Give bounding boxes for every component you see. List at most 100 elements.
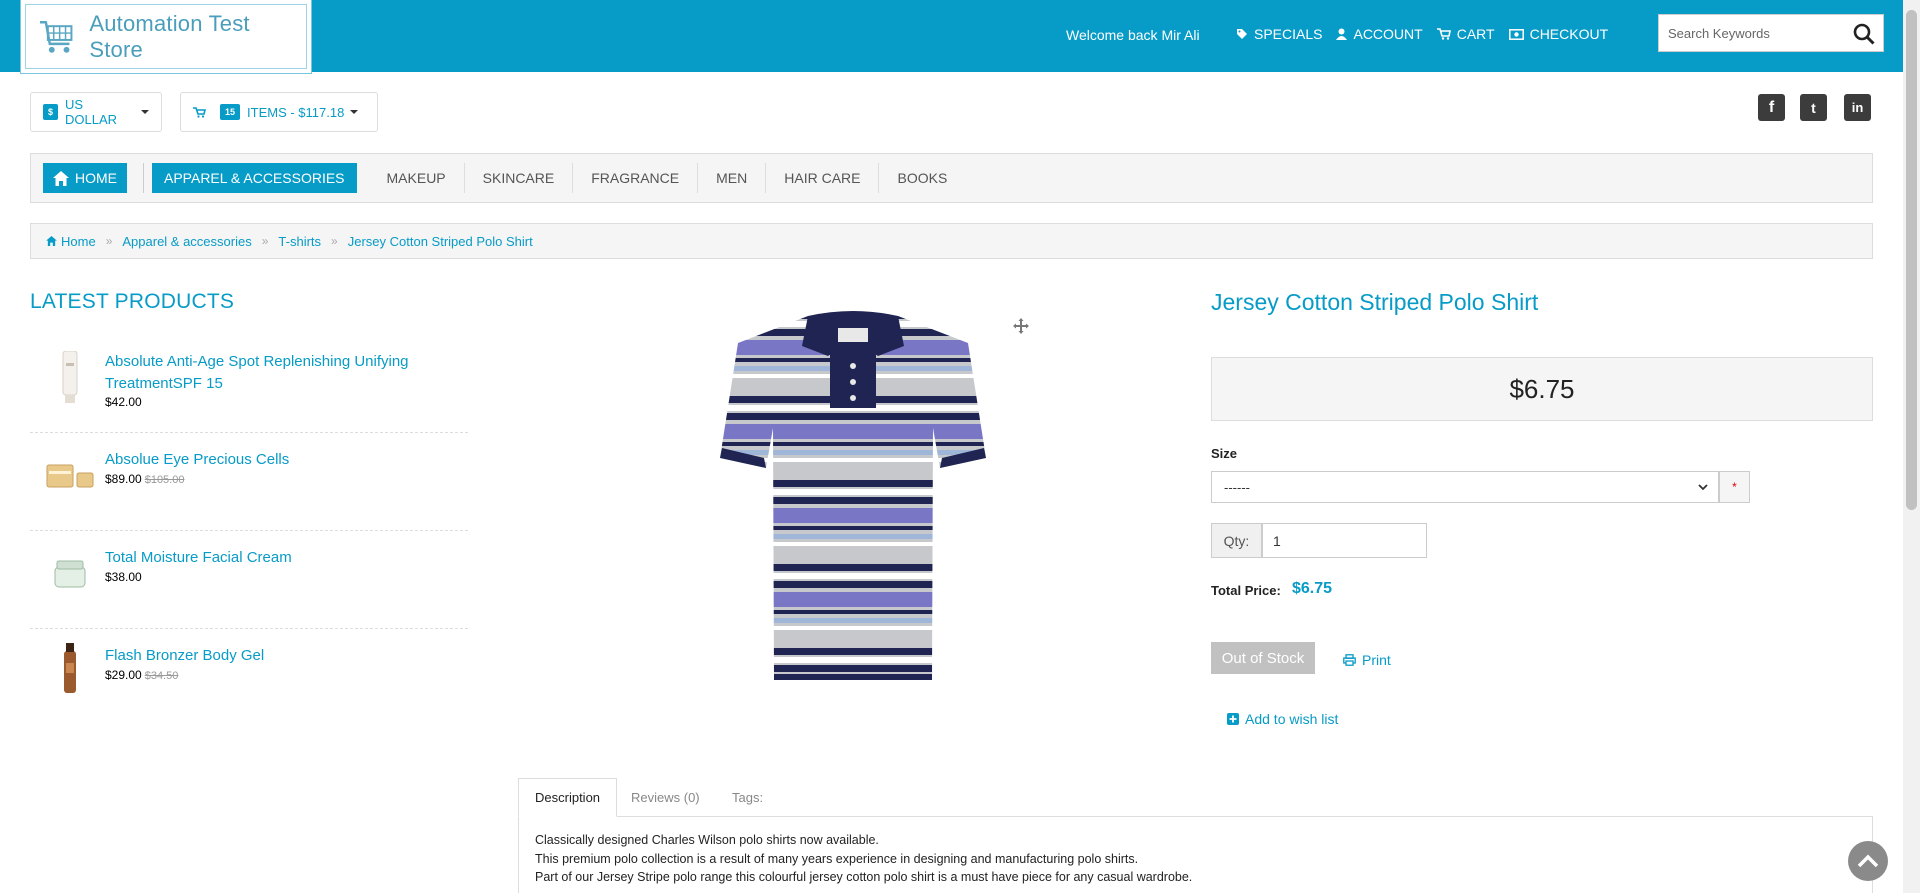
breadcrumb: Home » Apparel & accessories » T-shirts …: [30, 223, 1873, 259]
scroll-to-top-button[interactable]: [1848, 841, 1888, 881]
latest-product-item: Total Moisture Facial Cream $38.00: [30, 531, 468, 629]
product-price-box: $6.75: [1211, 357, 1873, 421]
nav-home-label: HOME: [75, 170, 117, 186]
cart-label: CART: [1456, 26, 1495, 42]
tab-description[interactable]: Description: [518, 778, 618, 817]
latest-product-name[interactable]: Flash Bronzer Body Gel: [105, 645, 445, 667]
store-logo[interactable]: Automation Test Store: [20, 0, 312, 74]
breadcrumb-separator: »: [261, 234, 269, 248]
latest-product-price: $89.00 $105.00: [105, 472, 184, 486]
price-value: $29.00: [105, 668, 142, 682]
eye-cream-jars-image: [46, 464, 94, 488]
breadcrumb-home-label: Home: [61, 233, 96, 249]
description-line: Part of our Jersey Stripe polo range thi…: [535, 870, 1193, 884]
price-value: $42.00: [105, 395, 142, 409]
latest-product-name[interactable]: Absolue Eye Precious Cells: [105, 449, 445, 471]
nav-apparel[interactable]: APPAREL & ACCESSORIES: [152, 163, 357, 193]
description-line: Classically designed Charles Wilson polo…: [535, 833, 879, 847]
nav-fragrance[interactable]: FRAGRANCE: [573, 163, 699, 193]
required-indicator: *: [1719, 471, 1750, 503]
old-price: $105.00: [144, 474, 185, 486]
checkout-link[interactable]: CHECKOUT: [1508, 26, 1609, 42]
qty-label: Qty:: [1211, 523, 1262, 558]
printer-icon: [1343, 654, 1356, 666]
nav-home[interactable]: HOME: [43, 163, 127, 193]
top-links: SPECIALS ACCOUNT CART CHECKOUT: [1236, 26, 1608, 42]
tab-tags[interactable]: Tags:: [716, 778, 779, 817]
print-link[interactable]: Print: [1343, 652, 1391, 668]
description-panel: Classically designed Charles Wilson polo…: [518, 817, 1873, 893]
tab-reviews[interactable]: Reviews (0): [615, 778, 716, 817]
specials-link[interactable]: SPECIALS: [1236, 26, 1322, 42]
price-value: $89.00: [105, 472, 142, 486]
chevron-up-icon: [1857, 854, 1879, 868]
breadcrumb-home[interactable]: Home: [46, 234, 96, 249]
account-link[interactable]: ACCOUNT: [1336, 26, 1423, 42]
nav-books[interactable]: BOOKS: [879, 163, 965, 193]
latest-product-name[interactable]: Absolute Anti-Age Spot Replenishing Unif…: [105, 351, 445, 395]
currency-dropdown[interactable]: $ US DOLLAR: [30, 92, 162, 132]
nav-divider: [143, 163, 144, 193]
latest-product-item: Absolue Eye Precious Cells $89.00 $105.00: [30, 433, 468, 531]
total-price-label: Total Price:: [1211, 583, 1281, 598]
welcome-message[interactable]: Welcome back Mir Ali: [1066, 27, 1200, 43]
store-name: Automation Test Store: [89, 10, 250, 62]
cart-link[interactable]: CART: [1436, 26, 1495, 42]
bronzer-bottle-image: [64, 643, 76, 693]
specials-label: SPECIALS: [1254, 26, 1323, 42]
search-input[interactable]: [1659, 15, 1849, 51]
logo-frame: Automation Test Store: [25, 4, 307, 69]
search-icon[interactable]: [1853, 23, 1875, 45]
breadcrumb-apparel[interactable]: Apparel & accessories: [122, 234, 251, 249]
product-title: Jersey Cotton Striped Polo Shirt: [1211, 289, 1539, 315]
facial-cream-jar-image: [54, 560, 86, 588]
product-image[interactable]: [668, 308, 1038, 688]
latest-product-price: $42.00: [105, 395, 142, 409]
nav-makeup[interactable]: MAKEUP: [369, 163, 465, 193]
product-price: $6.75: [1509, 373, 1575, 404]
facebook-icon[interactable]: f: [1758, 94, 1785, 121]
user-icon: [1336, 28, 1348, 40]
move-zoom-icon[interactable]: [1013, 318, 1029, 334]
wishlist-label: Add to wish list: [1245, 711, 1339, 727]
cart-summary-dropdown[interactable]: 15 ITEMS - $117.18: [180, 92, 378, 132]
product-thumbnail[interactable]: [30, 351, 110, 403]
price-value: $38.00: [105, 570, 142, 584]
nav-skincare[interactable]: SKINCARE: [465, 163, 574, 193]
out-of-stock-button[interactable]: Out of Stock: [1211, 642, 1315, 674]
breadcrumb-tshirts[interactable]: T-shirts: [278, 234, 321, 249]
print-label: Print: [1362, 652, 1391, 668]
size-select[interactable]: ------: [1211, 471, 1719, 503]
product-thumbnail[interactable]: [30, 463, 110, 489]
scrollbar-thumb[interactable]: [1906, 10, 1917, 510]
size-selected-value: ------: [1224, 479, 1250, 495]
cart-icon: [1436, 28, 1451, 40]
linkedin-icon[interactable]: in: [1844, 94, 1871, 121]
polo-shirt-image: [668, 308, 1038, 688]
latest-product-name[interactable]: Total Moisture Facial Cream: [105, 547, 445, 569]
cart-logo-icon: [39, 20, 73, 53]
twitter-icon[interactable]: t: [1800, 94, 1827, 121]
chevron-down-icon: [350, 110, 359, 114]
currency-symbol-badge: $: [43, 104, 59, 120]
plus-square-icon: [1227, 713, 1239, 725]
lotion-tube-image: [62, 351, 78, 403]
chevron-down-icon: [141, 110, 149, 114]
latest-product-item: Absolute Anti-Age Spot Replenishing Unif…: [30, 345, 468, 433]
nav-men[interactable]: MEN: [698, 163, 767, 193]
add-to-wishlist-link[interactable]: Add to wish list: [1227, 711, 1338, 727]
checkout-label: CHECKOUT: [1529, 26, 1609, 42]
breadcrumb-separator: »: [331, 234, 338, 248]
size-label: Size: [1211, 446, 1238, 461]
nav-hair-care[interactable]: HAIR CARE: [766, 163, 880, 193]
cart-count-badge: 15: [220, 104, 241, 120]
breadcrumb-current[interactable]: Jersey Cotton Striped Polo Shirt: [348, 234, 533, 249]
breadcrumb-separator: »: [105, 234, 113, 248]
product-thumbnail[interactable]: [30, 643, 110, 693]
money-icon: [1508, 28, 1524, 40]
total-price-value: $6.75: [1292, 580, 1333, 597]
search-box: [1658, 14, 1884, 52]
product-thumbnail[interactable]: [30, 559, 110, 589]
quantity-input[interactable]: [1262, 523, 1427, 558]
old-price: $34.50: [144, 670, 179, 682]
